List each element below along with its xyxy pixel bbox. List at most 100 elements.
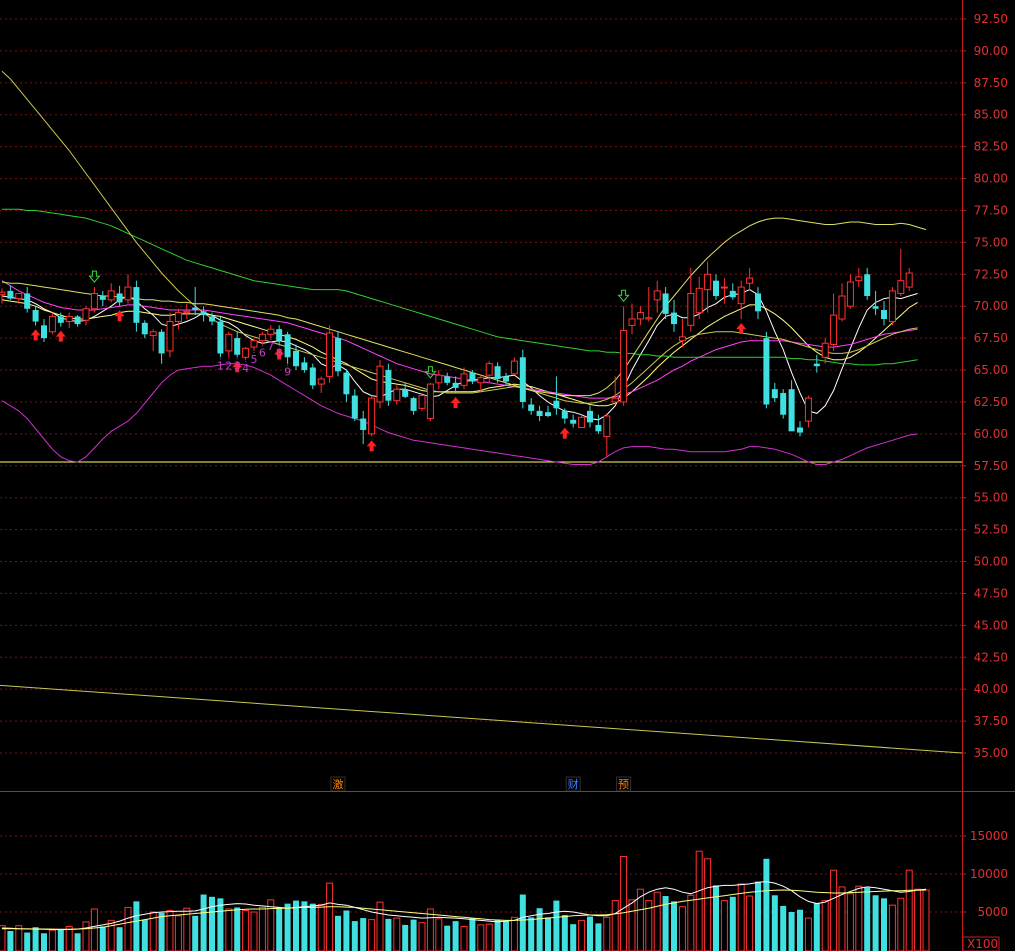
volume-bar[interactable] [385,918,392,951]
candle[interactable] [418,393,426,411]
volume-bar[interactable] [620,856,628,951]
volume-bar[interactable] [32,927,39,951]
volume-bar[interactable] [687,894,695,951]
volume-bar[interactable] [141,919,148,951]
volume-bar[interactable] [905,869,913,951]
volume-bar[interactable] [410,919,417,951]
volume-bar[interactable] [713,885,719,951]
volume-bar[interactable] [301,901,308,951]
candle[interactable] [888,287,896,326]
volume-bar[interactable] [418,922,426,951]
volume-bar[interactable] [267,899,275,951]
volume-bar[interactable] [494,919,501,951]
volume-bar[interactable] [276,907,283,951]
volume-bar[interactable] [200,894,207,951]
candle[interactable] [426,382,434,422]
volume-bar[interactable] [780,905,787,951]
volume-bar[interactable] [444,925,451,951]
volume-bar[interactable] [595,923,602,951]
volume-bar[interactable] [914,888,922,951]
volume-bar[interactable] [360,918,367,951]
volume-bar[interactable] [82,921,90,951]
volume-bar[interactable] [393,917,401,951]
volume-bar[interactable] [695,850,703,951]
candle[interactable] [335,331,341,377]
volume-bar[interactable] [671,901,677,951]
volume-bar[interactable] [460,925,468,951]
volume-bar[interactable] [545,917,551,951]
volume-bar[interactable] [284,903,291,951]
volume-bar[interactable] [48,929,56,951]
candle[interactable] [780,389,787,419]
volume-bar[interactable] [477,924,485,951]
volume-bar[interactable] [510,916,518,951]
volume-bar[interactable] [174,915,182,951]
volume-bar[interactable] [561,915,568,951]
candle[interactable] [368,395,376,437]
volume-bar[interactable] [797,909,803,951]
event-marker[interactable]: 财 [565,776,581,792]
volume-bar[interactable] [116,927,123,951]
volume-bar[interactable] [124,906,132,951]
volume-bar[interactable] [881,898,887,951]
stock-chart[interactable]: 92.50 90.00 87.50 85.00 82.50 80.00 77.50 75.00… [0,0,1015,951]
volume-bar[interactable] [720,900,728,951]
volume-bar[interactable] [166,909,174,951]
volume-bar[interactable] [343,910,350,951]
volume-bar[interactable] [729,896,736,951]
volume-bar[interactable] [242,909,250,951]
volume-bar[interactable] [704,858,712,951]
volume-bar[interactable] [234,907,241,951]
volume-bar[interactable] [368,919,376,951]
volume-bar[interactable] [821,900,829,951]
volume-bar[interactable] [628,899,636,951]
volume-bar[interactable] [133,901,140,951]
candle[interactable] [519,349,526,409]
volume-bar[interactable] [57,929,64,951]
volume-bar[interactable] [24,932,31,951]
volume-bar[interactable] [528,917,535,951]
volume-bar[interactable] [192,915,199,951]
volume-bar[interactable] [309,903,316,951]
volume-bar[interactable] [7,931,14,951]
volume-bar[interactable] [519,894,526,951]
volume-bar[interactable] [846,893,854,951]
volume-bar[interactable] [838,886,846,951]
volume-bar[interactable] [402,924,409,951]
volume-bar[interactable] [603,916,611,951]
volume-bar[interactable] [746,895,754,951]
volume-bar[interactable] [158,912,165,951]
volume-bar[interactable] [570,924,577,951]
volume-bar[interactable] [217,898,224,951]
volume-bar[interactable] [335,915,341,951]
volume-bar[interactable] [15,925,23,951]
candle[interactable] [763,331,770,409]
volume-bar[interactable] [553,900,560,951]
volume-bar[interactable] [41,933,47,951]
volume-bar[interactable] [503,921,509,951]
volume-bar[interactable] [209,896,215,951]
volume-bar[interactable] [678,906,686,951]
volume-bar[interactable] [578,919,586,951]
event-marker[interactable]: 预 [616,776,632,792]
volume-bar[interactable] [872,895,879,951]
volume-bar[interactable] [888,904,896,951]
volume-bar[interactable] [922,889,930,951]
volume-bar[interactable] [426,908,434,951]
event-marker[interactable]: 激 [330,776,346,792]
volume-bar[interactable] [452,921,459,951]
volume-bar[interactable] [351,921,358,951]
volume-bar[interactable] [0,925,6,951]
volume-bar[interactable] [788,912,795,951]
volume-bar[interactable] [326,882,334,951]
volume-bar[interactable] [469,918,476,951]
candle[interactable] [326,325,334,383]
volume-bar[interactable] [65,925,73,951]
candle[interactable] [376,359,384,409]
volume-bar[interactable] [830,869,838,951]
volume-bar[interactable] [813,902,820,951]
volume-bar[interactable] [763,858,770,951]
volume-bar[interactable] [897,897,905,951]
volume-bar[interactable] [317,903,325,951]
volume-bar[interactable] [771,895,778,951]
